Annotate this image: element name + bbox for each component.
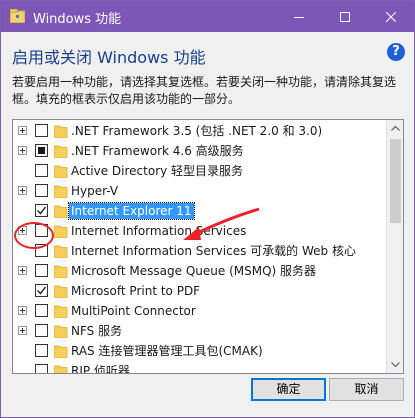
feature-row[interactable]: NFS 服务 [13,321,388,341]
feature-label: Internet Information Services [71,224,247,238]
close-button[interactable] [368,1,414,32]
windows-features-app-icon [10,9,25,23]
vertical-scrollbar[interactable] [386,120,403,373]
feature-label: NFS 服务 [71,324,123,338]
expand-icon[interactable] [18,126,27,135]
feature-label: Microsoft Message Queue (MSMQ) 服务器 [71,264,317,278]
checkmark-icon [37,286,47,295]
feature-row[interactable]: Internet Information Services [13,221,388,241]
feature-label: RIP 侦听器 [71,364,130,374]
cancel-button[interactable]: 取消 [329,378,404,401]
title-bar[interactable]: Windows 功能 [1,1,414,32]
feature-row[interactable]: .NET Framework 4.6 高级服务 [13,141,388,161]
feature-row[interactable]: Internet Explorer 11 [13,201,388,221]
scroll-up-button[interactable] [387,120,403,137]
feature-row[interactable]: Internet Information Services 可承载的 Web 核… [13,241,388,261]
help-icon[interactable]: ? [387,43,405,61]
description-text: 若要启用一种功能，请选择其复选框。若要关闭一种功能，请清除其复选框。填充的框表示… [12,75,397,106]
dialog-content: 启用或关闭 Windows 功能 ? 若要启用一种功能，请选择其复选框。若要关闭… [1,32,414,417]
feature-row[interactable]: Hyper-V [13,181,388,201]
feature-checkbox[interactable] [35,304,48,317]
feature-row[interactable]: Active Directory 轻型目录服务 [13,161,388,181]
feature-label: Microsoft Print to PDF [71,284,201,298]
minimize-icon [294,16,304,18]
feature-row[interactable]: RAS 连接管理器管理工具包(CMAK) [13,341,388,361]
feature-label: .NET Framework 3.5 (包括 .NET 2.0 和 3.0) [71,124,323,138]
feature-row[interactable]: MultiPoint Connector [13,301,388,321]
feature-label: Hyper-V [71,184,119,198]
feature-label: Internet Information Services 可承载的 Web 核… [71,244,356,258]
feature-checkbox[interactable] [35,324,48,337]
expand-icon[interactable] [18,226,27,235]
feature-row[interactable]: RIP 侦听器 [13,361,388,374]
feature-row[interactable]: Microsoft Message Queue (MSMQ) 服务器 [13,261,388,281]
windows-features-dialog: Windows 功能 启用或关闭 Windows 功能 ? 若要启用一种功能，请… [0,0,415,418]
expand-icon[interactable] [18,186,27,195]
expand-icon[interactable] [18,146,27,155]
feature-checkbox[interactable] [35,224,48,237]
feature-checkbox[interactable] [35,284,48,297]
scroll-down-button[interactable] [387,356,403,373]
feature-label: MultiPoint Connector [71,304,196,318]
chevron-down-icon [391,362,400,367]
scrollbar-thumb[interactable] [390,139,401,223]
features-tree: .NET Framework 3.5 (包括 .NET 2.0 和 3.0) .N… [12,119,404,374]
feature-checkbox[interactable] [35,144,48,157]
page-title: 启用或关闭 Windows 功能 [12,48,206,67]
window-title: Windows 功能 [33,12,122,27]
expand-icon[interactable] [18,326,27,335]
feature-checkbox[interactable] [35,184,48,197]
feature-checkbox[interactable] [35,244,48,257]
feature-label: Internet Explorer 11 [68,202,195,220]
expand-icon[interactable] [18,266,27,275]
minimize-button[interactable] [276,1,322,32]
ok-button[interactable]: 确定 [251,378,326,401]
feature-checkbox[interactable] [35,264,48,277]
feature-checkbox[interactable] [35,204,48,217]
feature-label: RAS 连接管理器管理工具包(CMAK) [71,344,263,358]
feature-checkbox[interactable] [35,164,48,177]
chevron-up-icon [391,126,400,131]
maximize-icon [340,11,350,22]
feature-label: .NET Framework 4.6 高级服务 [71,144,244,158]
feature-checkbox[interactable] [35,124,48,137]
feature-checkbox[interactable] [35,364,48,373]
feature-row[interactable]: .NET Framework 3.5 (包括 .NET 2.0 和 3.0) [13,121,388,141]
checkmark-icon [37,206,47,215]
feature-label: Active Directory 轻型目录服务 [71,164,244,178]
expand-icon[interactable] [18,306,27,315]
close-icon [386,11,396,22]
maximize-button[interactable] [322,1,368,32]
feature-checkbox[interactable] [35,344,48,357]
feature-row[interactable]: Microsoft Print to PDF [13,281,388,301]
